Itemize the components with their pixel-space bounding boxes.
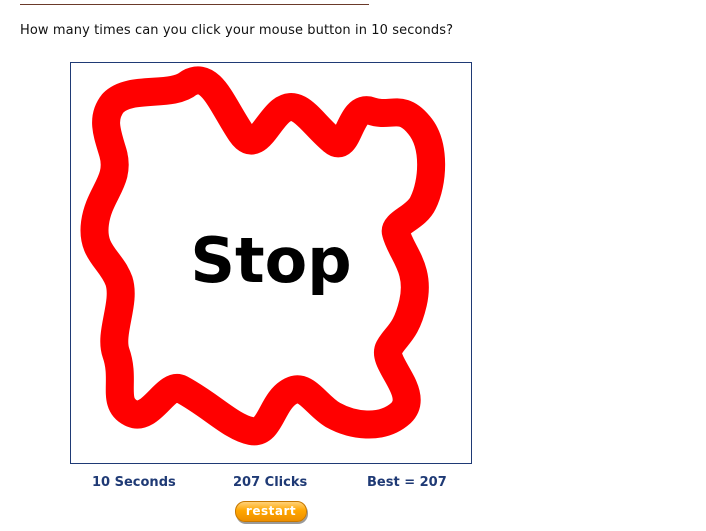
question-text: How many times can you click your mouse … <box>20 23 454 38</box>
seconds-counter: 10 Seconds <box>92 475 176 490</box>
restart-button[interactable]: restart <box>235 501 307 522</box>
stop-label[interactable]: Stop <box>71 225 471 297</box>
click-game-area[interactable]: Stop <box>70 62 472 464</box>
top-divider <box>20 4 369 5</box>
clicks-counter: 207 Clicks <box>233 475 308 490</box>
best-score: Best = 207 <box>367 475 447 490</box>
